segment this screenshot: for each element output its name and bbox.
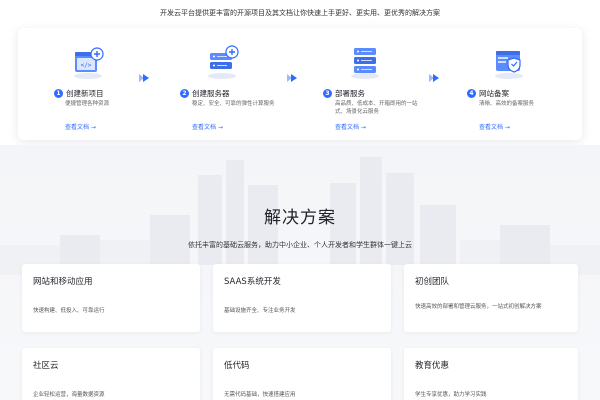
view-docs-link[interactable]: 查看文档 →	[65, 122, 96, 131]
code-window-plus-icon: </>	[68, 42, 108, 82]
step-create-project: </> 1 创建新项目 便捷管理各种资源 查看文档 →	[46, 28, 166, 140]
step-title: 部署服务	[335, 89, 365, 98]
arrow-right-icon	[138, 68, 150, 82]
step-title: 网站备案	[479, 89, 509, 98]
solution-card-title: 教育优惠	[415, 361, 450, 371]
step-number: 1	[54, 89, 63, 98]
step-description: 稳定、安全、可靠的弹性计算服务	[192, 101, 275, 107]
solution-card-title: 网站和移动应用	[33, 277, 93, 287]
step-title: 创建服务器	[192, 89, 230, 98]
step-description: 高品质、低成本、开箱即用的一站式、场景化云服务	[335, 101, 418, 115]
solution-card-community-cloud[interactable]: 社区云 企业轻松运营，海量数据资源	[22, 348, 200, 400]
solutions-title: 解决方案	[264, 208, 336, 228]
step-create-server: 2 创建服务器 稳定、安全、可靠的弹性计算服务 查看文档 →	[180, 28, 300, 140]
step-number: 3	[323, 89, 332, 98]
solution-card-description: 学生专享优惠，助力学习实践	[415, 392, 487, 398]
solution-card-description: 企业轻松运营，海量数据资源	[33, 392, 105, 398]
server-plus-icon	[202, 42, 242, 82]
step-number: 4	[467, 89, 476, 98]
step-number: 2	[180, 89, 189, 98]
solution-card-low-code[interactable]: 低代码 无需代码基础，快速搭建应用	[213, 348, 391, 400]
solution-card-description: 无需代码基础，快速搭建应用	[224, 392, 296, 398]
arrow-right-icon	[428, 68, 440, 82]
solution-card-saas[interactable]: SAAS系统开发 基础设施齐全、专注业务开发	[213, 264, 391, 332]
solution-card-description: 基础设施齐全、专注业务开发	[224, 308, 296, 314]
step-deploy-service: 3 部署服务 高品质、低成本、开箱即用的一站式、场景化云服务 查看文档 →	[323, 28, 443, 140]
shield-window-icon	[489, 42, 529, 82]
svg-text:</>: </>	[81, 62, 92, 69]
solution-card-title: 社区云	[33, 361, 59, 371]
solutions-section: 解决方案 依托丰富的基础云服务，助力中小企业、个人开发者和学生群体一键上云 网站…	[0, 145, 600, 400]
step-description: 清晰、高效的备案服务	[479, 101, 535, 107]
solution-card-title: 初创团队	[415, 277, 450, 287]
steps-panel: </> 1 创建新项目 便捷管理各种资源 查看文档 → 2 创建服务器 稳定、安…	[18, 28, 582, 140]
solution-card-startup[interactable]: 初创团队 快速高效的部署和管理云服务，一站式初创解决方案	[404, 264, 578, 332]
solution-card-title: 低代码	[224, 361, 250, 371]
step-description: 便捷管理各种资源	[65, 101, 110, 107]
intro-text: 开发云平台提供更丰富的开源项目及其文档让你快速上手更好、更实用、更优秀的解决方案	[160, 9, 440, 17]
step-website-filing: 4 网站备案 清晰、高效的备案服务 查看文档 →	[467, 28, 587, 140]
step-title: 创建新项目	[66, 89, 104, 98]
solution-card-title: SAAS系统开发	[224, 277, 281, 287]
view-docs-link[interactable]: 查看文档 →	[192, 122, 223, 131]
solution-card-description: 快速构建、低投入、可靠运行	[33, 308, 105, 314]
solution-card-web-mobile[interactable]: 网站和移动应用 快速构建、低投入、可靠运行	[22, 264, 200, 332]
server-stack-icon	[345, 42, 385, 82]
view-docs-link[interactable]: 查看文档 →	[479, 122, 510, 131]
solution-card-description: 快速高效的部署和管理云服务，一站式初创解决方案	[415, 304, 542, 310]
view-docs-link[interactable]: 查看文档 →	[335, 122, 366, 131]
solutions-subtitle: 依托丰富的基础云服务，助力中小企业、个人开发者和学生群体一键上云	[188, 241, 412, 249]
solution-card-education[interactable]: 教育优惠 学生专享优惠，助力学习实践	[404, 348, 578, 400]
arrow-right-icon	[286, 68, 298, 82]
